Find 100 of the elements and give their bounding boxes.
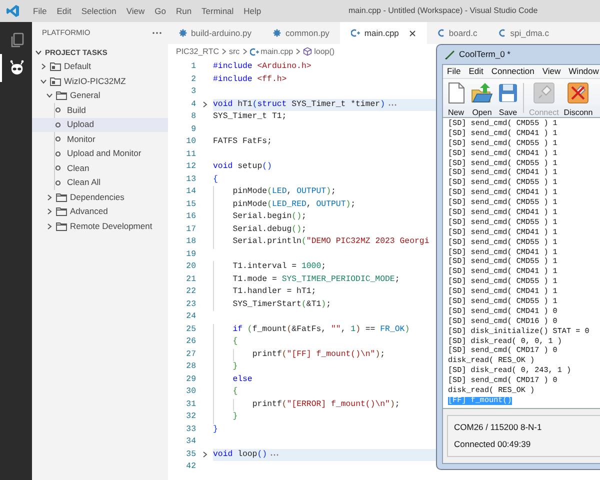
menu-item[interactable]: View [121,4,150,18]
code-line: if (f_mount(&FatFs, "", 1) == FR_OK) [213,324,410,336]
code-line: pinMode(LED, OUTPUT); [213,186,336,198]
menu-item[interactable]: Connection [487,65,538,78]
breadcrumb-item[interactable]: PIC32_RTC [176,46,219,58]
tree-item[interactable]: Upload and Monitor [32,146,168,161]
line-number: 26 [185,336,196,348]
logo-icon [6,4,20,18]
line-number: 21 [185,274,196,286]
line-number: 34 [185,436,196,448]
line-number: 20 [185,261,196,273]
chevron-icon [295,48,302,55]
alien-icon[interactable] [9,60,25,76]
menu-item[interactable]: Go [150,4,171,18]
line-number: 12 [185,161,196,173]
tree-item[interactable]: Upload [32,118,168,132]
folder-icon [56,91,67,100]
floppy-icon [498,83,518,103]
c-icon [438,29,445,37]
line-number: 9 [190,124,196,136]
circle-icon [55,150,61,157]
folder-icon [471,82,493,104]
editor-tab[interactable]: common.py [262,22,340,44]
editor-tab[interactable]: spi_dma.c [488,22,560,44]
menu-item[interactable]: File [443,65,465,78]
menu-item[interactable]: View [538,65,565,78]
line-number: 2 [190,74,196,86]
line-number: 33 [185,424,196,436]
code-line: printf("[FF] f_mount()\n"); [213,348,386,361]
window-title: main.cpp - Untitled (Workspace) - Visual Studio Code [348,5,538,17]
line-number: 14 [185,186,196,198]
code-line: printf("[ERROR] f_mount()\n"); [213,398,400,411]
tree-item[interactable]: Clean All [32,176,168,190]
circle-icon [55,165,61,172]
menu-item[interactable]: Window [564,65,600,78]
line-number: 27 [185,348,196,360]
line-number: 31 [185,398,196,410]
circle-icon [55,107,61,114]
tree-item[interactable]: Build [32,103,168,118]
cpp-icon [351,29,360,37]
tree-item[interactable]: WizIO-PIC32MZ [32,74,168,88]
cube-icon [303,47,312,56]
menu-item[interactable]: Run [170,4,197,18]
code-line: T1.handler = hT1; [213,286,316,298]
code-line: else [213,374,252,386]
gear-icon [273,29,282,37]
chevron-icon[interactable] [202,451,208,458]
tree-item[interactable]: Advanced [32,204,168,219]
menu-item[interactable]: File [28,4,52,18]
pen-icon [444,49,455,60]
code-line: T1.interval = 1000; [213,261,326,274]
line-number: 19 [185,248,196,260]
page-icon [446,82,466,104]
menu-item[interactable]: Edit [464,65,488,78]
editor-tab[interactable]: board.c [426,22,488,44]
tree-item[interactable]: Dependencies [32,190,168,204]
ellipsis-icon [270,452,280,457]
line-number: 1 [190,61,196,73]
code-line: void loop() [213,448,268,460]
circle-icon [55,136,61,142]
line-number: 24 [185,311,196,323]
folder-icon [56,192,67,202]
line-number: 16 [185,211,196,223]
tree-item[interactable]: General [32,88,168,103]
menu-item[interactable]: Terminal [196,4,239,18]
more-icon[interactable] [152,31,162,35]
code-line: } [213,361,238,374]
tree-item[interactable]: Clean [32,161,168,176]
breadcrumb-item[interactable]: main.cpp [260,46,294,58]
code-line: pinMode(LED_RED, OUTPUT); [213,198,356,211]
tree-item[interactable]: Monitor [32,132,168,146]
menu-item[interactable]: Help [238,4,266,18]
editor-tab[interactable]: build-arduino.py [168,22,262,44]
code-line: SYS_TimerStart(&T1); [213,298,331,311]
tree-item[interactable]: Default [32,60,168,74]
tree-item[interactable]: Remote Development [32,219,168,234]
line-number: 15 [185,198,196,210]
line-number: 3 [190,86,196,98]
ellipsis-icon [388,102,397,107]
line-number: 42 [185,461,196,473]
circle-icon [55,180,61,186]
code-line: #include <Arduino.h> [213,61,312,73]
folder-icon [56,222,67,231]
code-line: SYS_Timer_t T1; [213,111,287,123]
chevron-icon[interactable] [202,101,208,108]
toolbar-button[interactable]: New [446,81,466,119]
menu-item[interactable]: Selection [76,4,122,18]
breadcrumb-item[interactable]: loop() [314,46,335,58]
line-number: 22 [185,286,196,298]
code-line: } [213,411,238,424]
close-icon[interactable] [408,30,416,36]
chevron-icon [242,48,248,55]
line-number: 10 [185,136,196,148]
files-icon[interactable] [9,32,25,48]
editor-tab[interactable]: main.cpp [340,22,427,44]
line-number: 18 [185,236,196,248]
line-number: 11 [185,148,196,160]
breadcrumb-item[interactable]: src [228,46,240,58]
line-number: 29 [185,374,196,386]
menu-item[interactable]: Edit [52,4,76,18]
